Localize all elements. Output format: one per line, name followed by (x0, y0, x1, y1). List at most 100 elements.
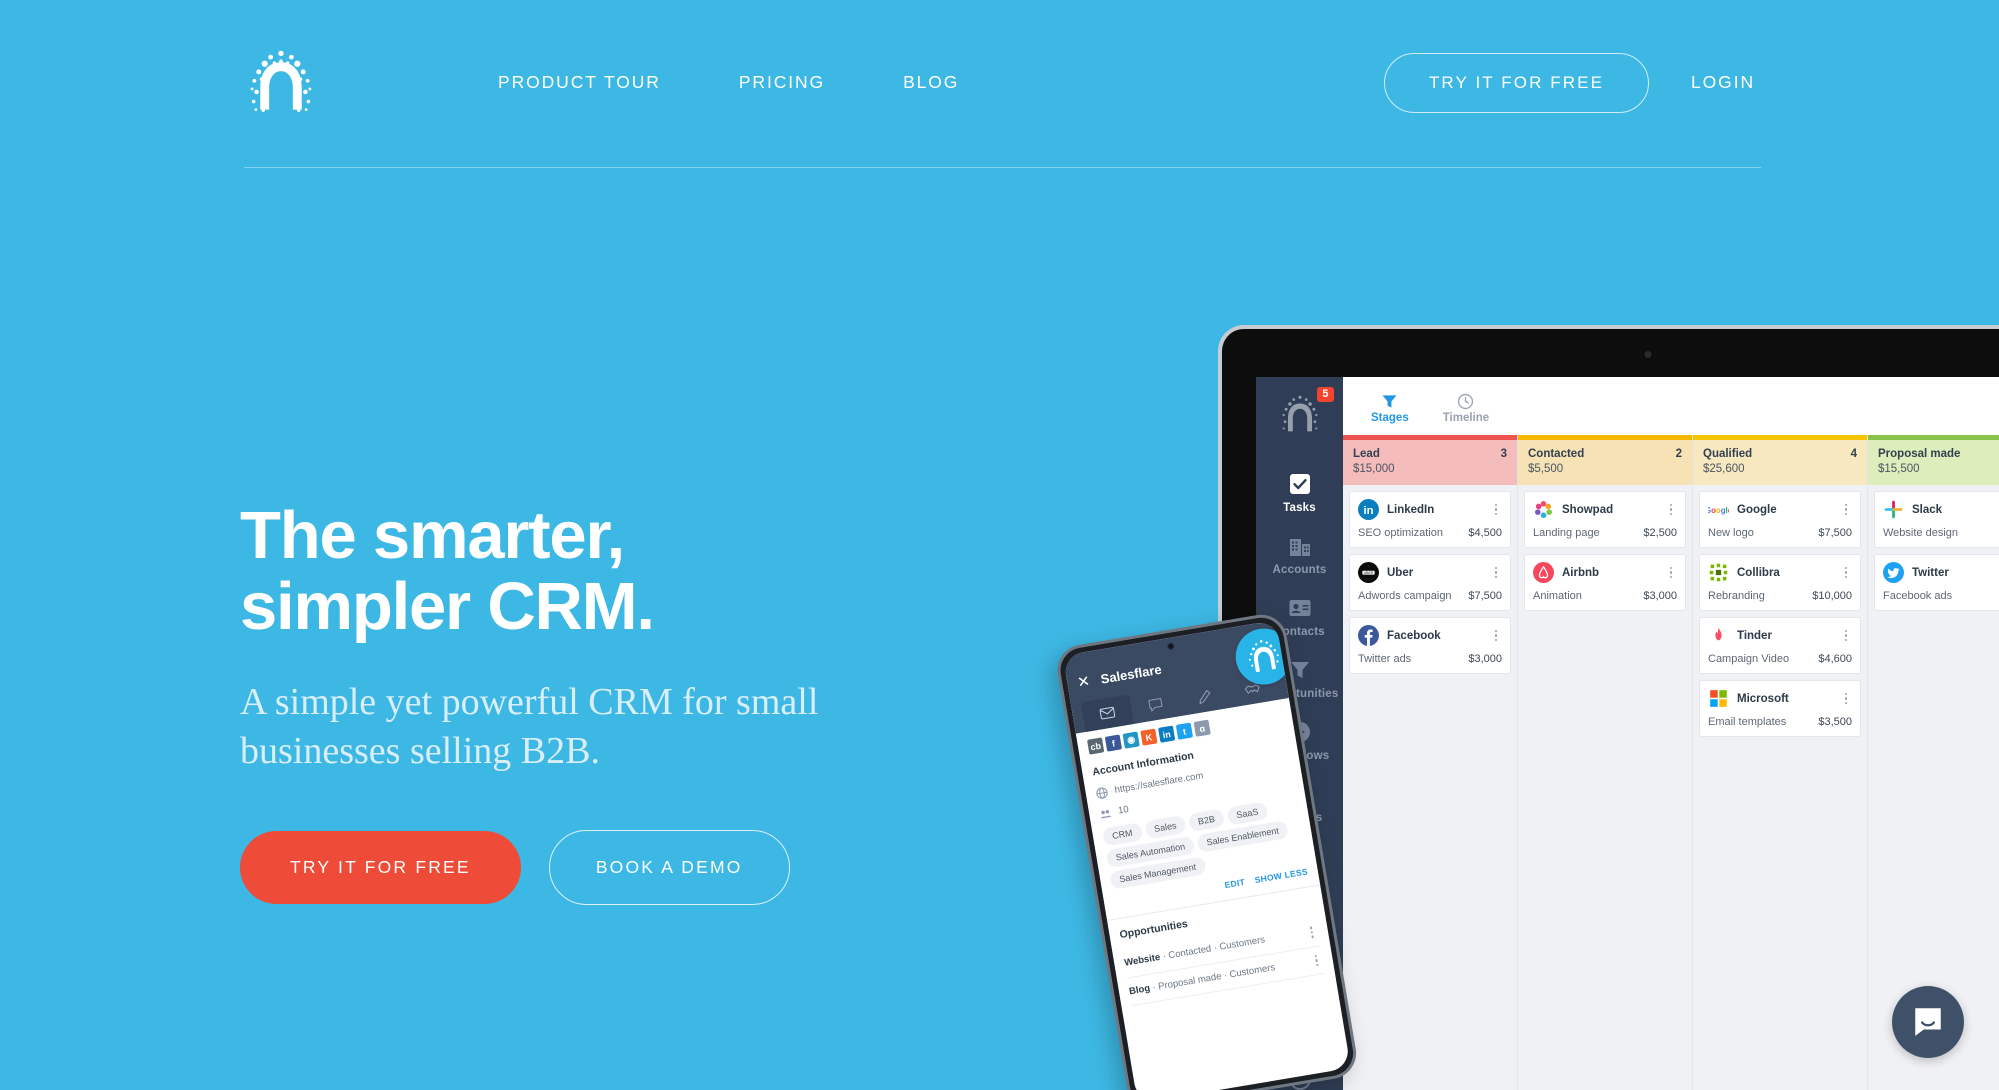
deal-card[interactable]: Airbnb Animation $3,000 (1524, 554, 1686, 611)
card-menu-icon[interactable] (1840, 566, 1852, 579)
tablet-camera-icon (1644, 351, 1652, 358)
hero-book-demo-button[interactable]: BOOK A DEMO (548, 830, 790, 905)
deal-value: $3,000 (1643, 590, 1677, 602)
nav-item-product-tour[interactable]: PRODUCT TOUR (498, 72, 661, 93)
tab-timeline-label: Timeline (1442, 411, 1490, 424)
linkedin-icon[interactable]: in (1158, 725, 1176, 743)
linkedin-logo: in (1358, 499, 1379, 520)
sidebar-item-tasks-label: Tasks (1283, 502, 1316, 514)
deal-card[interactable]: Collibra Rebranding $10,000 (1699, 554, 1861, 611)
tablet-screen: 5 Tasks Accounts Contacts Opportunities … (1256, 377, 1999, 1090)
deal-card[interactable]: Facebook Twitter ads $3,000 (1349, 617, 1511, 674)
angellist-icon[interactable]: ɑ (1193, 719, 1211, 737)
deal-company: LinkedIn (1387, 503, 1435, 516)
deal-card[interactable]: UBER Uber Adwords campaign $7,500 (1349, 554, 1511, 611)
nav-item-pricing[interactable]: PRICING (739, 72, 825, 93)
deal-name: Rebranding (1708, 590, 1765, 602)
deal-company: Twitter (1912, 566, 1949, 579)
hero-title-line-1: The smarter, (240, 498, 625, 573)
hero-try-free-button[interactable]: TRY IT FOR FREE (240, 831, 521, 904)
deal-company: Collibra (1737, 566, 1780, 579)
show-less-link[interactable]: SHOW LESS (1254, 866, 1309, 885)
card-menu-icon[interactable] (1840, 629, 1852, 642)
deal-card[interactable]: in LinkedIn SEO optimization $4,500 (1349, 491, 1511, 548)
nav-item-blog[interactable]: BLOG (903, 72, 959, 93)
hero-subtitle-line-1: A simple yet powerful CRM for small (240, 681, 819, 723)
column-header: Lead 3 $15,000 (1343, 440, 1517, 485)
nav-try-free-button[interactable]: TRY IT FOR FREE (1383, 52, 1650, 113)
card-menu-icon[interactable] (1665, 566, 1677, 579)
tag-item[interactable]: Sales (1143, 814, 1187, 840)
tag-item[interactable]: SaaS (1226, 801, 1269, 826)
app-view-tabs: Stages Timeline (1343, 377, 1999, 435)
opportunity-menu-icon[interactable] (1305, 925, 1319, 939)
notification-badge: 5 (1317, 387, 1334, 402)
deal-value: $7,500 (1468, 590, 1502, 602)
deal-card[interactable]: Twitter Facebook ads (1874, 554, 1999, 611)
app-logo[interactable]: 5 (1276, 387, 1334, 439)
column-header: Qualified 4 $25,600 (1693, 440, 1867, 485)
salesflare-logo[interactable] (244, 46, 318, 120)
deal-name: New logo (1708, 527, 1754, 539)
twitter-icon[interactable]: t (1175, 722, 1194, 740)
deal-value: $4,500 (1468, 527, 1502, 539)
deal-name: Adwords campaign (1358, 590, 1452, 602)
opportunity-group: Customers (1228, 961, 1276, 981)
kanban-column-contacted: Contacted 2 $5,500 Showpad Landing page … (1518, 435, 1693, 1090)
deal-company: Showpad (1562, 503, 1614, 516)
sidebar-item-tasks[interactable]: Tasks (1256, 471, 1343, 514)
deal-company: Airbnb (1562, 566, 1600, 579)
employees-value: 10 (1117, 803, 1130, 817)
phone-account-detail: cb f ◉ K in t ɑ Account Information http… (1075, 697, 1337, 1016)
column-name: Proposal made (1878, 448, 1961, 460)
deal-card[interactable]: Slack Website design (1874, 491, 1999, 548)
deal-card[interactable]: Microsoft Email templates $3,500 (1699, 680, 1861, 737)
deal-value: $7,500 (1818, 527, 1852, 539)
deal-card[interactable]: Tinder Campaign Video $4,600 (1699, 617, 1861, 674)
card-menu-icon[interactable] (1840, 692, 1852, 705)
kanban-column-qualified: Qualified 4 $25,600 Google Google (1693, 435, 1868, 1090)
deal-name: Twitter ads (1358, 653, 1412, 665)
tag-item[interactable]: CRM (1101, 822, 1143, 847)
deal-value: $3,500 (1818, 716, 1852, 728)
tab-stages[interactable]: Stages (1371, 389, 1409, 424)
tag-item[interactable]: B2B (1187, 808, 1226, 833)
hero-section: The smarter, simpler CRM. A simple yet p… (240, 500, 960, 905)
kanban-column-lead: Lead 3 $15,000 in LinkedIn SEO optimizat… (1343, 435, 1518, 1090)
svg-text:in: in (1363, 505, 1373, 517)
close-icon[interactable]: ✕ (1076, 673, 1091, 692)
deal-company: Slack (1912, 503, 1943, 516)
hero-title-line-2: simpler CRM. (240, 569, 655, 644)
facebook-icon[interactable]: f (1104, 734, 1123, 752)
product-hunt-icon[interactable]: ◉ (1122, 731, 1140, 749)
nav-login-link[interactable]: LOGIN (1691, 72, 1761, 93)
tab-timeline[interactable]: Timeline (1443, 389, 1489, 424)
opportunity-group: Customers (1218, 934, 1266, 954)
card-menu-icon[interactable] (1490, 629, 1502, 642)
opportunity-menu-icon[interactable] (1310, 954, 1324, 967)
deal-name: Email templates (1708, 716, 1787, 728)
deal-card[interactable]: Showpad Landing page $2,500 (1524, 491, 1686, 548)
primary-navigation: PRODUCT TOUR PRICING BLOG (498, 72, 959, 93)
deal-card[interactable]: Google Google New logo $7,500 (1699, 491, 1861, 548)
twitter-logo (1883, 562, 1904, 583)
edit-link[interactable]: EDIT (1224, 877, 1246, 890)
card-menu-icon[interactable] (1665, 503, 1677, 516)
tinder-logo (1708, 625, 1729, 646)
sidebar-item-accounts[interactable]: Accounts (1256, 533, 1343, 576)
crunchbase-icon[interactable]: cb (1087, 737, 1105, 755)
clock-icon (1458, 393, 1474, 409)
tab-stages-label: Stages (1371, 411, 1409, 424)
card-menu-icon[interactable] (1490, 503, 1502, 516)
deal-company: Facebook (1387, 629, 1441, 642)
header-divider (244, 167, 1761, 168)
deal-value: $3,000 (1468, 653, 1502, 665)
card-menu-icon[interactable] (1490, 566, 1502, 579)
hero-subtitle-line-2: businesses selling B2B. (240, 730, 600, 772)
kickstarter-icon[interactable]: K (1140, 728, 1158, 746)
card-menu-icon[interactable] (1840, 503, 1852, 516)
column-name: Contacted (1528, 448, 1585, 460)
sidebar-item-accounts-label: Accounts (1272, 564, 1327, 576)
column-count: 4 (1850, 448, 1857, 460)
intercom-chat-launcher[interactable] (1892, 986, 1964, 1058)
